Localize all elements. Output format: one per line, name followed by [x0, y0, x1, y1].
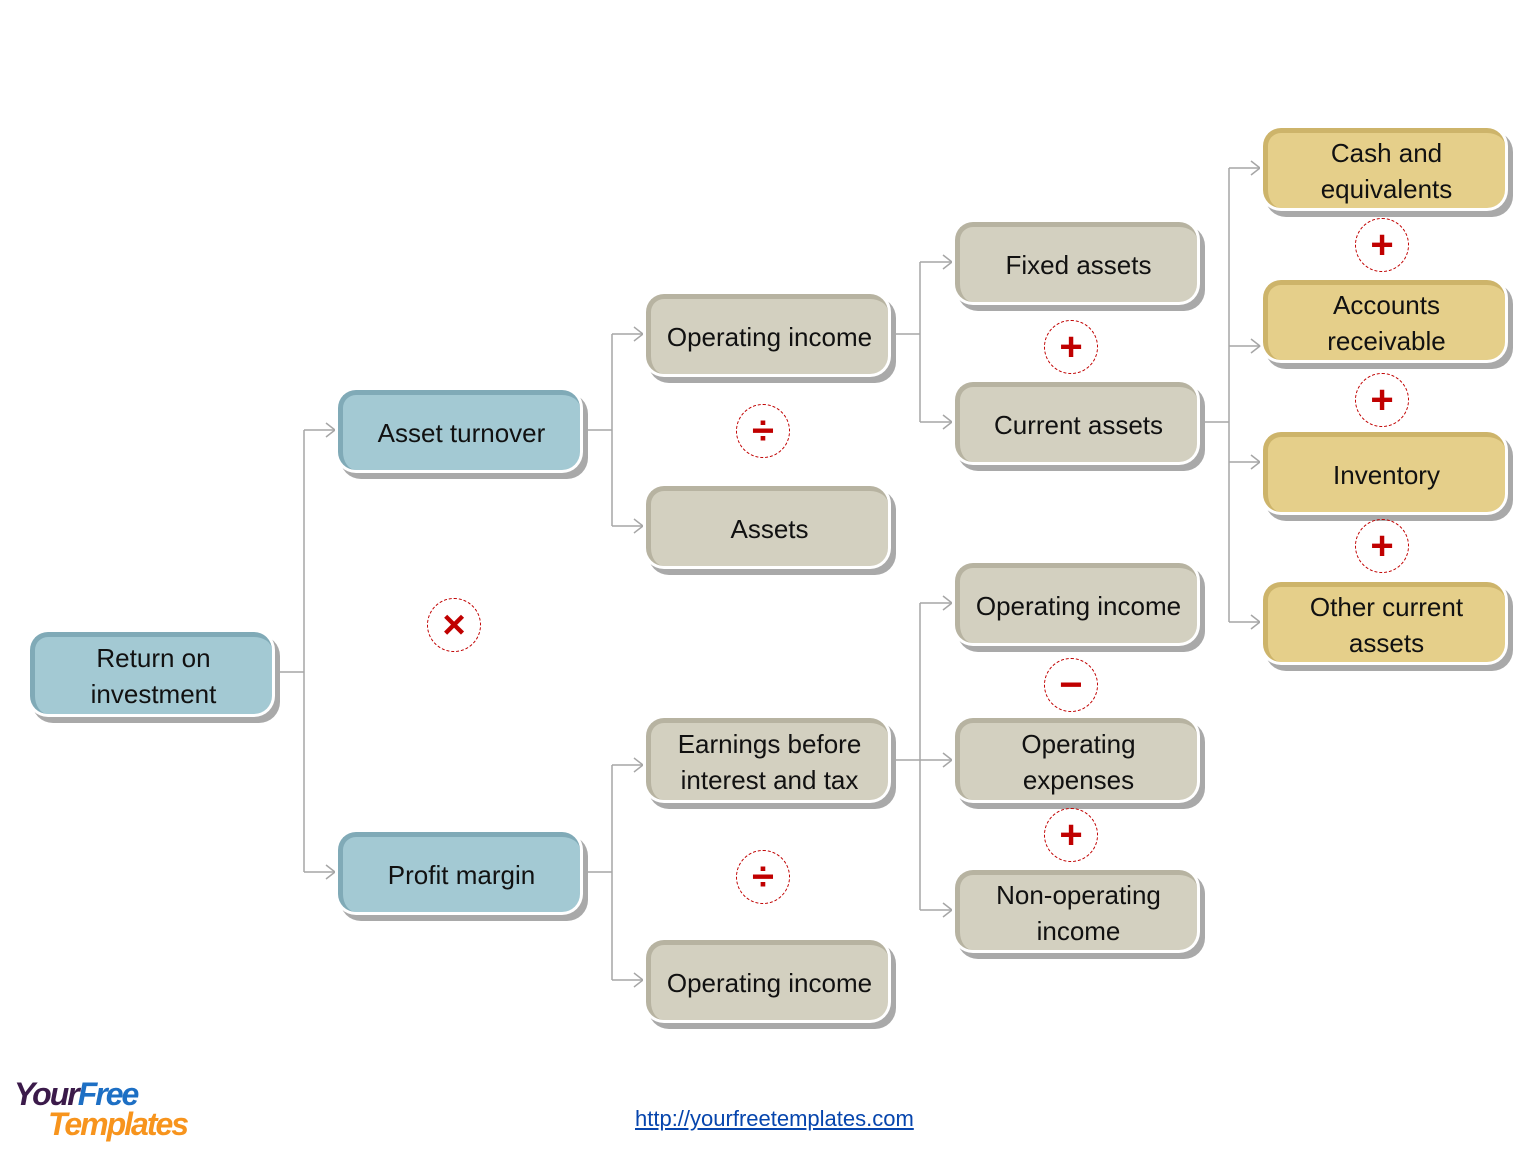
divide-icon: ÷ — [736, 404, 790, 458]
node-label: Inventory — [1333, 459, 1440, 490]
divide-icon: ÷ — [736, 850, 790, 904]
node-label: Assets — [730, 513, 809, 544]
node-label: Current assets — [993, 409, 1164, 440]
node-label: Non-operating income — [996, 879, 1161, 946]
node-operating-income: Operating income — [646, 940, 888, 1020]
multiply-icon: × — [427, 598, 481, 652]
node-operating-income: Operating income — [955, 563, 1197, 643]
node-fixed-assets: Fixed assets — [955, 222, 1197, 302]
node-operating-expenses: Operating expenses — [955, 718, 1197, 800]
node-label: Operating income — [975, 590, 1182, 621]
node-label: Cash and equivalents — [1320, 137, 1453, 204]
node-label: Asset turnover — [377, 417, 546, 448]
minus-icon: − — [1044, 658, 1098, 712]
node-current-assets: Current assets — [955, 382, 1197, 462]
logo-text: Templates — [48, 1106, 189, 1142]
plus-icon: + — [1355, 218, 1409, 272]
plus-icon: + — [1355, 519, 1409, 573]
node-return-on-investment: Return on investment — [30, 632, 272, 714]
node-assets: Assets — [646, 486, 888, 566]
node-operating-income: Operating income — [646, 294, 888, 374]
node-label: Accounts receivable — [1327, 289, 1446, 356]
node-label: Other current assets — [1309, 591, 1464, 658]
node-label: Profit margin — [387, 859, 536, 890]
plus-icon: + — [1044, 808, 1098, 862]
node-label: Return on investment — [90, 642, 217, 709]
node-asset-turnover: Asset turnover — [338, 390, 580, 470]
plus-icon: + — [1355, 373, 1409, 427]
node-label: Fixed assets — [1005, 249, 1152, 280]
node-non-operating-income: Non-operating income — [955, 870, 1197, 950]
node-profit-margin: Profit margin — [338, 832, 580, 912]
node-inventory: Inventory — [1263, 432, 1505, 512]
node-other-current-assets: Other current assets — [1263, 582, 1505, 662]
node-label: Operating income — [666, 967, 873, 998]
website-link[interactable]: http://yourfreetemplates.com — [635, 1106, 914, 1132]
node-label: Operating expenses — [1021, 728, 1136, 795]
node-accounts-receivable: Accounts receivable — [1263, 280, 1505, 360]
node-label: Earnings before interest and tax — [677, 728, 862, 795]
plus-icon: + — [1044, 320, 1098, 374]
node-label: Operating income — [666, 321, 873, 352]
logo: YourFree Templates — [14, 1076, 204, 1144]
node-ebit: Earnings before interest and tax — [646, 718, 888, 800]
node-cash-and-equivalents: Cash and equivalents — [1263, 128, 1505, 208]
